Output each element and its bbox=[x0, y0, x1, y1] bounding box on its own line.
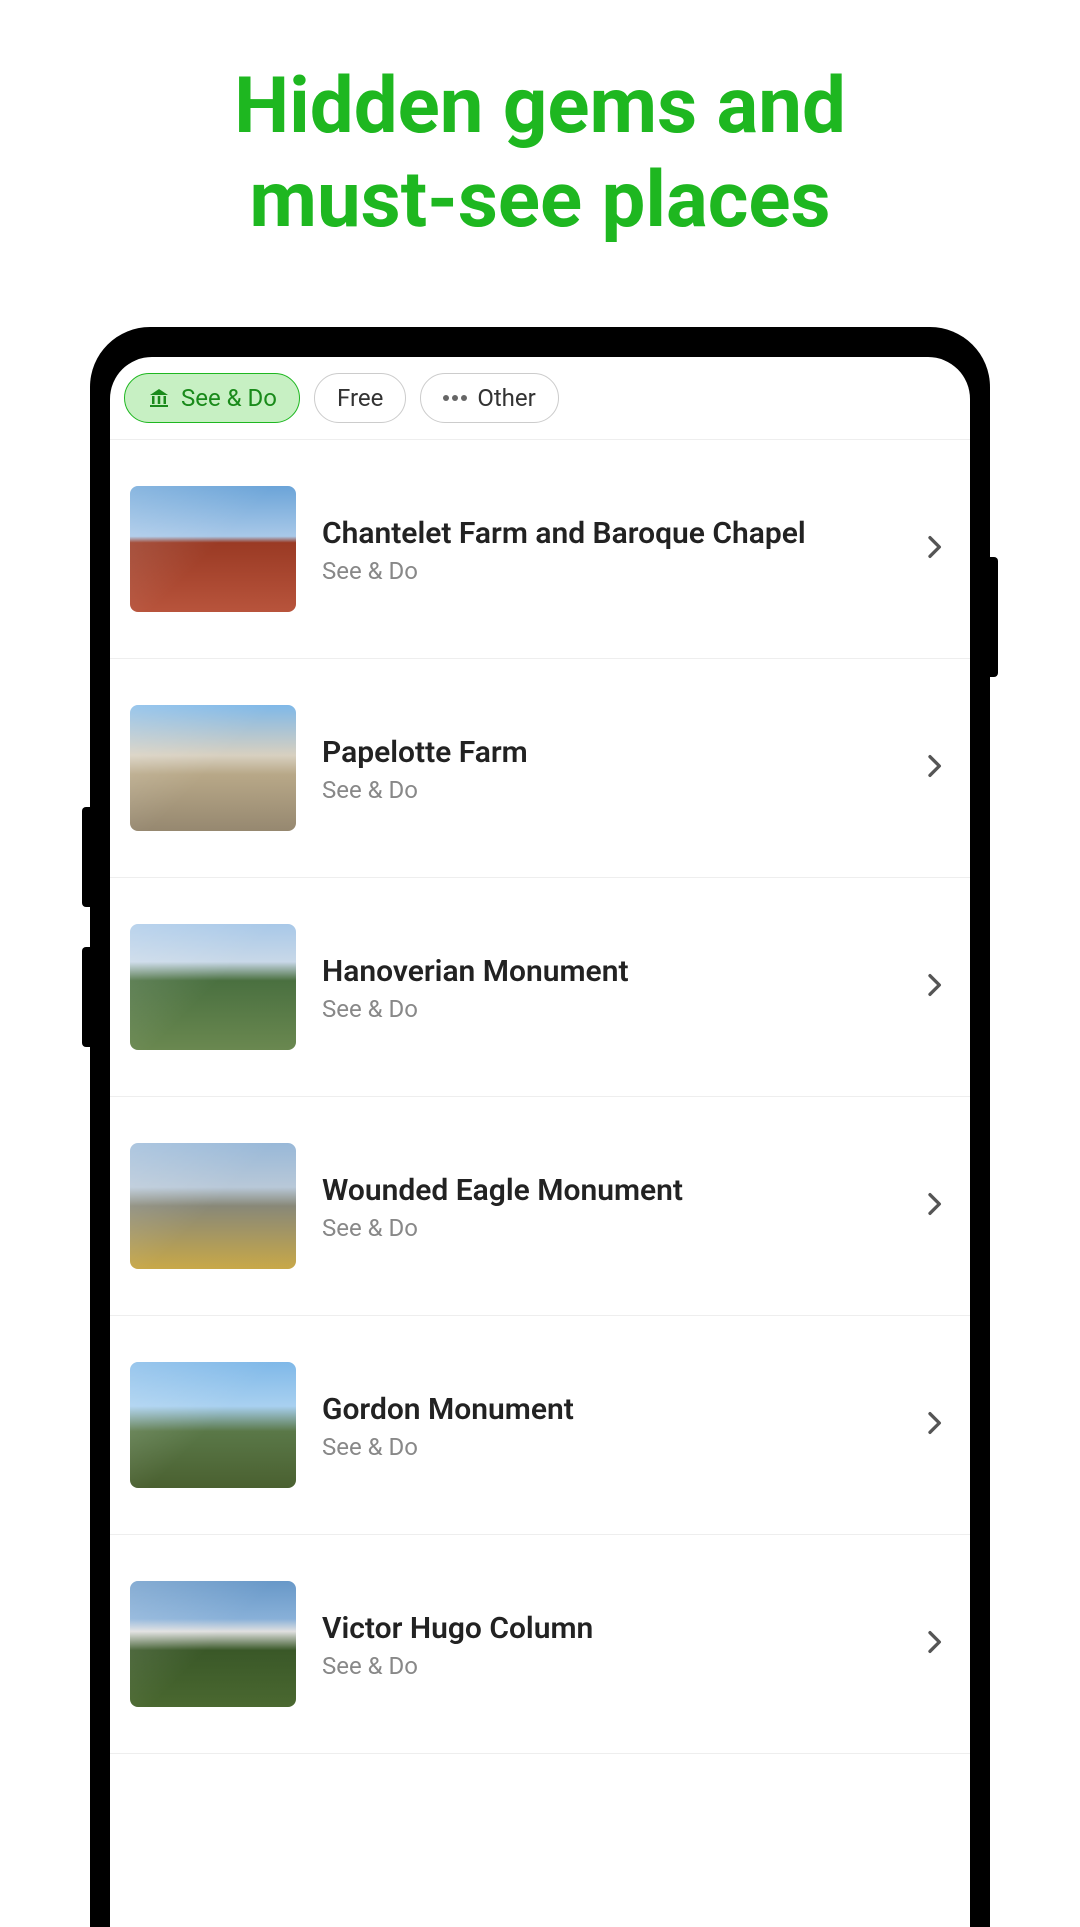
chevron-right-icon bbox=[918, 1188, 950, 1224]
chevron-right-icon bbox=[918, 531, 950, 567]
list-item[interactable]: Gordon Monument See & Do bbox=[110, 1316, 970, 1535]
list-item[interactable]: Victor Hugo Column See & Do bbox=[110, 1535, 970, 1754]
item-subtitle: See & Do bbox=[322, 1652, 892, 1680]
filter-bar: See & Do Free Other bbox=[110, 357, 970, 440]
item-subtitle: See & Do bbox=[322, 776, 892, 804]
place-list[interactable]: Chantelet Farm and Baroque Chapel See & D… bbox=[110, 440, 970, 1927]
item-subtitle: See & Do bbox=[322, 995, 892, 1023]
filter-chip-other[interactable]: Other bbox=[420, 373, 558, 423]
item-subtitle: See & Do bbox=[322, 1214, 892, 1242]
item-subtitle: See & Do bbox=[322, 1433, 892, 1461]
chevron-right-icon bbox=[918, 1407, 950, 1443]
item-text: Papelotte Farm See & Do bbox=[322, 733, 892, 804]
item-title: Papelotte Farm bbox=[322, 733, 892, 772]
list-item[interactable]: Wounded Eagle Monument See & Do bbox=[110, 1097, 970, 1316]
phone-mockup-frame: See & Do Free Other Chantelet Farm and Bar… bbox=[90, 327, 990, 1927]
item-text: Wounded Eagle Monument See & Do bbox=[322, 1171, 892, 1242]
item-text: Chantelet Farm and Baroque Chapel See & D… bbox=[322, 514, 892, 585]
phone-volume-up bbox=[82, 807, 90, 907]
filter-label: Free bbox=[337, 384, 383, 412]
item-title: Hanoverian Monument bbox=[322, 952, 892, 991]
list-item[interactable]: Papelotte Farm See & Do bbox=[110, 659, 970, 878]
item-thumbnail bbox=[130, 486, 296, 612]
item-thumbnail bbox=[130, 924, 296, 1050]
promo-headline: Hidden gems and must-see places bbox=[0, 0, 1080, 287]
item-thumbnail bbox=[130, 1143, 296, 1269]
item-title: Chantelet Farm and Baroque Chapel bbox=[322, 514, 892, 553]
filter-chip-free[interactable]: Free bbox=[314, 373, 406, 423]
item-text: Victor Hugo Column See & Do bbox=[322, 1609, 892, 1680]
item-text: Gordon Monument See & Do bbox=[322, 1390, 892, 1461]
list-item[interactable]: Hanoverian Monument See & Do bbox=[110, 878, 970, 1097]
item-thumbnail bbox=[130, 1581, 296, 1707]
item-subtitle: See & Do bbox=[322, 557, 892, 585]
item-thumbnail bbox=[130, 1362, 296, 1488]
museum-icon bbox=[147, 386, 171, 410]
list-item[interactable]: Chantelet Farm and Baroque Chapel See & D… bbox=[110, 440, 970, 659]
item-thumbnail bbox=[130, 705, 296, 831]
item-title: Wounded Eagle Monument bbox=[322, 1171, 892, 1210]
item-text: Hanoverian Monument See & Do bbox=[322, 952, 892, 1023]
chevron-right-icon bbox=[918, 750, 950, 786]
promo-line-1: Hidden gems and bbox=[234, 61, 846, 152]
chevron-right-icon bbox=[918, 1626, 950, 1662]
phone-volume-down bbox=[82, 947, 90, 1047]
phone-power-button bbox=[990, 557, 998, 677]
more-dots-icon bbox=[443, 395, 467, 401]
filter-label: See & Do bbox=[181, 384, 277, 412]
filter-chip-see-do[interactable]: See & Do bbox=[124, 373, 300, 423]
chevron-right-icon bbox=[918, 969, 950, 1005]
item-title: Victor Hugo Column bbox=[322, 1609, 892, 1648]
item-title: Gordon Monument bbox=[322, 1390, 892, 1429]
phone-screen: See & Do Free Other Chantelet Farm and Bar… bbox=[110, 357, 970, 1927]
promo-line-2: must-see places bbox=[249, 155, 830, 246]
filter-label: Other bbox=[477, 384, 535, 412]
